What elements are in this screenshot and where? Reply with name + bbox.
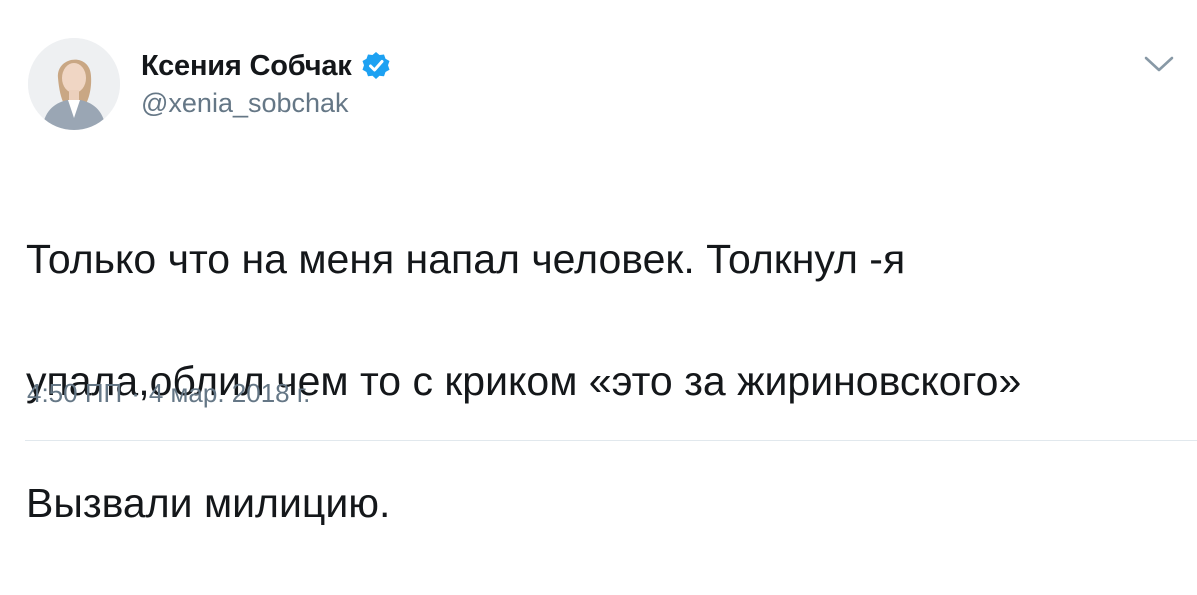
- tweet-card: Ксения Собчак @xenia_sobchak Только что …: [0, 0, 1197, 526]
- chevron-down-icon[interactable]: [1142, 52, 1176, 76]
- tweet-text-line: Вызвали милицию.: [26, 480, 391, 526]
- avatar-image: [28, 38, 120, 130]
- meta-separator: ·: [131, 378, 140, 408]
- tweet-time[interactable]: 4:50 ПП: [27, 378, 122, 409]
- author-name-row: Ксения Собчак: [141, 48, 392, 84]
- display-name[interactable]: Ксения Собчак: [141, 50, 352, 83]
- user-handle[interactable]: @xenia_sobchak: [141, 88, 349, 119]
- avatar[interactable]: [28, 38, 120, 130]
- tweet-timestamp[interactable]: 4:50 ПП · 4 мар. 2018 г.: [27, 378, 310, 409]
- tweet-text-line: Только что на меня напал человек. Толкну…: [26, 236, 906, 282]
- divider: [25, 440, 1197, 441]
- verified-badge-icon: [360, 50, 392, 82]
- tweet-date[interactable]: 4 мар. 2018 г.: [149, 378, 311, 409]
